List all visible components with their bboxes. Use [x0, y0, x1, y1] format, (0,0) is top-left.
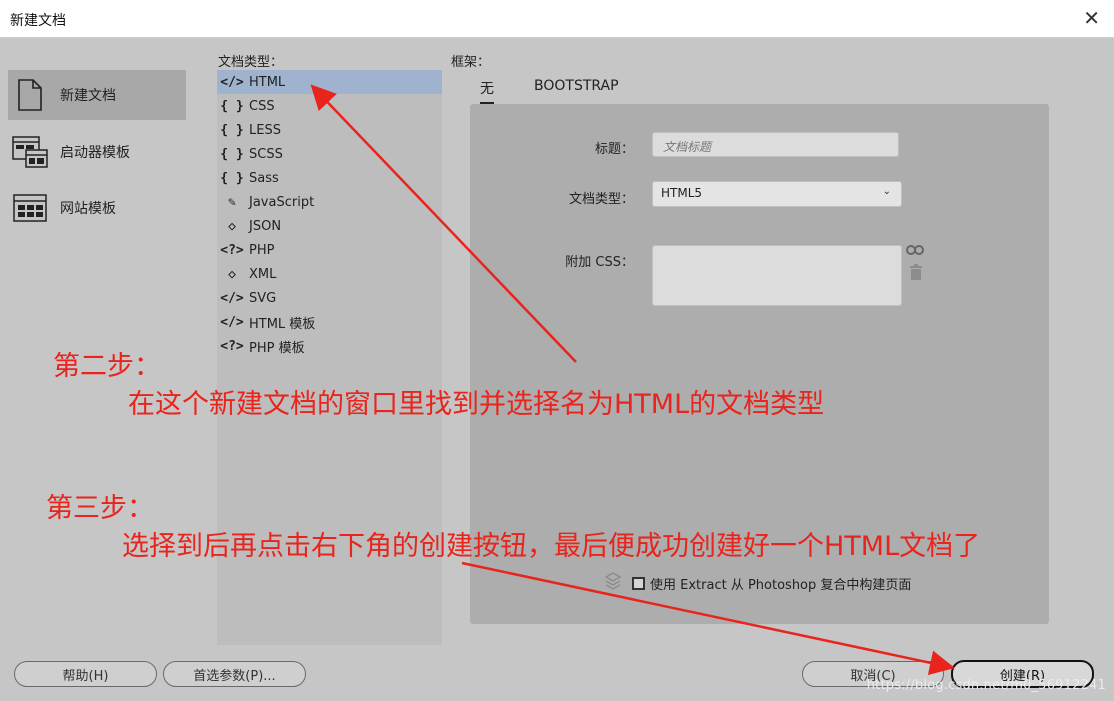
doc-type-heading: 文档类型：	[218, 55, 284, 70]
doc-type-item-less[interactable]: { } LESS	[217, 118, 442, 142]
attach-css-list[interactable]	[652, 245, 902, 306]
doc-type-item-html-template[interactable]: </> HTML 模板	[217, 310, 442, 334]
window-title: 新建文档	[10, 13, 66, 29]
chevron-down-icon: ⌄	[882, 186, 891, 197]
doc-type-item-html[interactable]: </> HTML	[217, 70, 442, 94]
site-template-icon	[8, 194, 52, 222]
title-input[interactable]: 文档标题	[652, 132, 899, 157]
tab-bootstrap[interactable]: BOOTSTRAP	[534, 78, 619, 94]
new-document-dialog: 新建文档 启动器模板 网站模板 文档类型： </> HTML { } CSS {…	[0, 38, 1114, 701]
doctype-value: HTML5	[661, 186, 703, 200]
code-tag-icon: </>	[220, 290, 244, 306]
doc-type-item-php-template[interactable]: <?> PHP 模板	[217, 334, 442, 358]
step2-text: 在这个新建文档的窗口里找到并选择名为HTML的文档类型	[128, 389, 825, 420]
xml-file-icon: ◇	[228, 266, 236, 282]
code-tag-icon: </>	[220, 74, 244, 90]
link-icon[interactable]	[906, 244, 924, 260]
php-tag-icon: <?>	[220, 338, 244, 354]
watermark: https://blog.csdn.net/m0_56912241	[866, 678, 1106, 693]
php-tag-icon: <?>	[220, 242, 244, 258]
category-label: 新建文档	[60, 88, 116, 104]
curly-braces-icon: { }	[220, 122, 244, 138]
doctype-select[interactable]: HTML5 ⌄	[652, 181, 902, 207]
title-label: 标题：	[594, 142, 634, 157]
doc-type-item-css[interactable]: { } CSS	[217, 94, 442, 118]
category-label: 启动器模板	[60, 145, 130, 161]
step2-title: 第二步：	[53, 351, 161, 382]
close-icon[interactable]: ✕	[1083, 6, 1100, 30]
doc-type-item-xml[interactable]: ◇ XML	[217, 262, 442, 286]
doc-type-item-scss[interactable]: { } SCSS	[217, 142, 442, 166]
step3-title: 第三步：	[46, 493, 154, 524]
json-file-icon: ◇	[228, 218, 236, 234]
help-button[interactable]: 帮助(H)	[14, 661, 157, 687]
framework-heading: 框架：	[451, 55, 491, 70]
doc-type-item-javascript[interactable]: ✎ JavaScript	[217, 190, 442, 214]
category-site-templates[interactable]: 网站模板	[8, 183, 186, 233]
title-bar: 新建文档 ✕	[0, 0, 1114, 38]
preferences-button[interactable]: 首选参数(P)...	[163, 661, 306, 687]
attach-css-label: 附加 CSS：	[565, 255, 634, 270]
category-starter-templates[interactable]: 启动器模板	[8, 127, 186, 177]
doc-type-item-json[interactable]: ◇ JSON	[217, 214, 442, 238]
curly-braces-icon: { }	[220, 146, 244, 162]
doc-type-item-php[interactable]: <?> PHP	[217, 238, 442, 262]
starter-template-icon	[8, 136, 52, 168]
category-label: 网站模板	[60, 201, 116, 217]
extract-option[interactable]: 使用 Extract 从 Photoshop 复合中构建页面	[604, 572, 911, 594]
doc-type-item-sass[interactable]: { } Sass	[217, 166, 442, 190]
category-new-document[interactable]: 新建文档	[8, 70, 186, 120]
curly-braces-icon: { }	[220, 170, 244, 186]
trash-icon[interactable]	[909, 264, 923, 284]
new-document-icon	[8, 79, 52, 111]
script-scroll-icon: ✎	[228, 194, 236, 210]
layers-icon	[604, 572, 622, 594]
doctype-label: 文档类型：	[568, 192, 634, 207]
extract-checkbox[interactable]	[632, 576, 645, 590]
step3-text: 选择到后再点击右下角的创建按钮，最后便成功创建好一个HTML文档了	[122, 531, 981, 562]
curly-braces-icon: { }	[220, 98, 244, 114]
code-tag-icon: </>	[220, 314, 244, 330]
extract-label: 使用 Extract 从 Photoshop 复合中构建页面	[650, 577, 912, 593]
doc-type-item-svg[interactable]: </> SVG	[217, 286, 442, 310]
tab-none[interactable]: 无	[480, 78, 494, 104]
